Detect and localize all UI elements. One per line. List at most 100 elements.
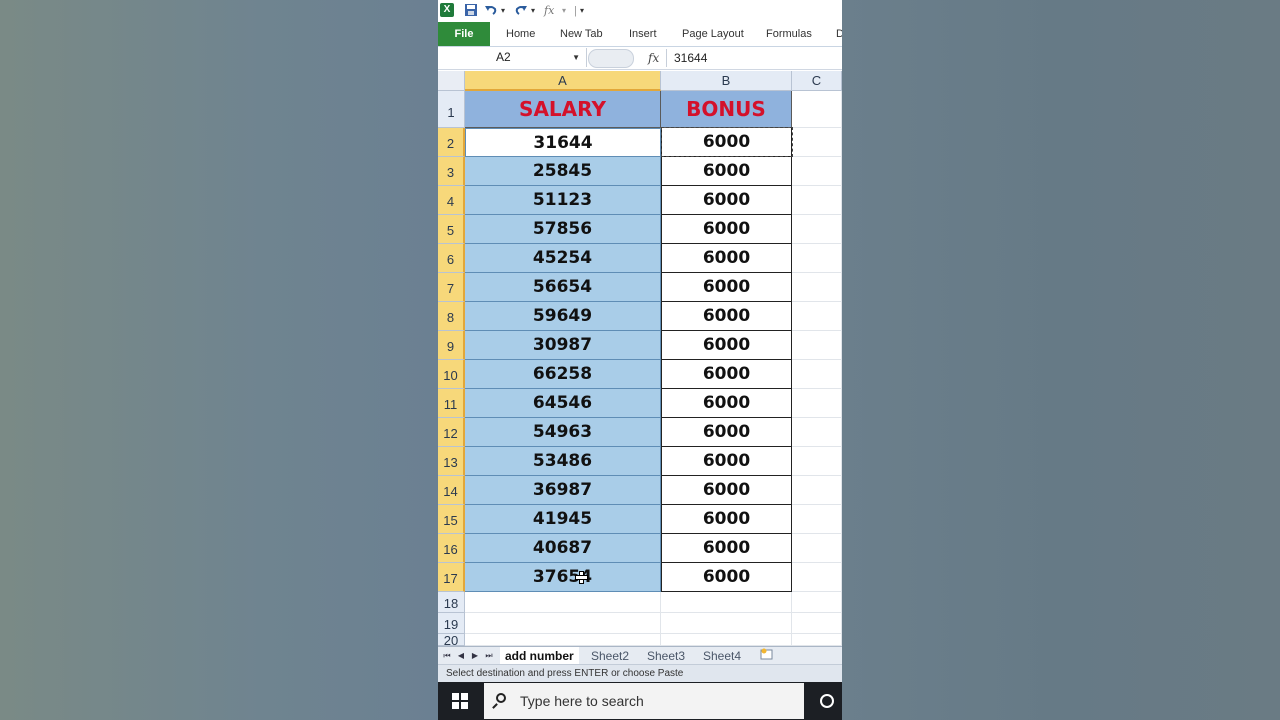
bonus-cell[interactable]: 6000 [661, 418, 792, 447]
bonus-cell[interactable]: 6000 [661, 215, 792, 244]
empty-cell[interactable] [792, 215, 842, 244]
row-header[interactable]: 1 [438, 91, 465, 128]
empty-cell[interactable] [792, 592, 842, 613]
empty-cell[interactable] [792, 389, 842, 418]
empty-cell[interactable] [792, 186, 842, 215]
sheet-tab-sheet4[interactable]: Sheet4 [703, 647, 741, 665]
salary-cell[interactable]: 40687 [465, 534, 661, 563]
row-header[interactable]: 17 [438, 563, 465, 592]
windows-start-icon[interactable] [452, 693, 468, 709]
prev-sheet-icon[interactable]: ◀ [456, 649, 466, 663]
sheet-tab-sheet2[interactable]: Sheet2 [591, 647, 629, 665]
row-header[interactable]: 15 [438, 505, 465, 534]
column-header-b[interactable]: B [661, 71, 792, 91]
customize-toolbar-icon[interactable]: ▾ [580, 3, 584, 19]
empty-cell[interactable] [465, 634, 661, 646]
empty-cell[interactable] [792, 418, 842, 447]
empty-cell[interactable] [792, 157, 842, 186]
row-header[interactable]: 8 [438, 302, 465, 331]
row-header[interactable]: 4 [438, 186, 465, 215]
sheet-tab-add-number[interactable]: add number [500, 647, 579, 665]
insert-function-icon[interactable]: fx [544, 3, 554, 19]
empty-cell[interactable] [792, 613, 842, 634]
empty-cell[interactable] [792, 244, 842, 273]
bonus-cell[interactable]: 6000 [661, 476, 792, 505]
empty-cell[interactable] [792, 302, 842, 331]
salary-cell[interactable]: 57856 [465, 215, 661, 244]
save-icon[interactable] [464, 3, 478, 19]
redo-icon[interactable] [514, 3, 528, 19]
salary-cell[interactable]: 25845 [465, 157, 661, 186]
salary-cell[interactable]: 51123 [465, 186, 661, 215]
row-header[interactable]: 10 [438, 360, 465, 389]
worksheet-grid[interactable]: A B C 1 2 3 4 5 6 7 8 9 10 11 12 13 14 15 16 17 18 19 20 SALARY… [438, 71, 842, 648]
function-dropdown-icon[interactable]: ▾ [562, 3, 566, 19]
tab-file[interactable]: File [438, 22, 490, 46]
empty-cell[interactable] [465, 613, 661, 634]
empty-cell[interactable] [792, 447, 842, 476]
row-header[interactable]: 2 [438, 128, 465, 157]
row-header[interactable]: 12 [438, 418, 465, 447]
row-header[interactable]: 16 [438, 534, 465, 563]
salary-cell[interactable]: 45254 [465, 244, 661, 273]
row-header[interactable]: 9 [438, 331, 465, 360]
first-sheet-icon[interactable]: ⏮ [442, 649, 452, 663]
salary-cell[interactable]: 30987 [465, 331, 661, 360]
salary-cell[interactable]: 31644 [465, 128, 661, 157]
row-header[interactable]: 6 [438, 244, 465, 273]
empty-cell[interactable] [661, 613, 792, 634]
bonus-cell[interactable]: 6000 [661, 447, 792, 476]
redo-dropdown-icon[interactable]: ▾ [531, 3, 535, 19]
row-header[interactable]: 19 [438, 613, 465, 634]
fx-icon[interactable]: fx [648, 47, 664, 69]
empty-cell[interactable] [792, 476, 842, 505]
bonus-cell[interactable]: 6000 [661, 331, 792, 360]
row-header[interactable]: 18 [438, 592, 465, 613]
empty-cell[interactable] [465, 592, 661, 613]
empty-cell[interactable] [792, 563, 842, 592]
taskbar-search-box[interactable]: Type here to search [484, 683, 804, 719]
empty-cell[interactable] [661, 634, 792, 646]
row-header[interactable]: 14 [438, 476, 465, 505]
bonus-cell[interactable]: 6000 [661, 505, 792, 534]
bonus-cell[interactable]: 6000 [661, 244, 792, 273]
excel-icon[interactable]: X [440, 3, 454, 17]
name-box-dropdown-icon[interactable]: ▼ [572, 48, 580, 67]
sheet-tab-sheet3[interactable]: Sheet3 [647, 647, 685, 665]
salary-cell[interactable]: 41945 [465, 505, 661, 534]
tab-home[interactable]: Home [506, 22, 535, 46]
bonus-cell[interactable]: 6000 [661, 534, 792, 563]
empty-cell[interactable] [792, 273, 842, 302]
empty-cell[interactable] [792, 360, 842, 389]
tab-data[interactable]: D [836, 22, 842, 46]
bonus-header-cell[interactable]: BONUS [661, 91, 792, 128]
empty-cell[interactable] [792, 91, 842, 128]
bonus-cell[interactable]: 6000 [661, 273, 792, 302]
salary-cell[interactable]: 54963 [465, 418, 661, 447]
salary-cell[interactable]: 53486 [465, 447, 661, 476]
salary-cell[interactable]: 37654 [465, 563, 661, 592]
undo-dropdown-icon[interactable]: ▾ [501, 3, 505, 19]
row-header[interactable]: 20 [438, 634, 465, 648]
salary-cell[interactable]: 36987 [465, 476, 661, 505]
salary-header-cell[interactable]: SALARY [465, 91, 661, 128]
salary-cell[interactable]: 66258 [465, 360, 661, 389]
empty-cell[interactable] [661, 592, 792, 613]
formula-buttons[interactable] [588, 49, 634, 68]
row-header[interactable]: 7 [438, 273, 465, 302]
bonus-cell[interactable]: 6000 [661, 360, 792, 389]
bonus-cell[interactable]: 6000 [661, 186, 792, 215]
empty-cell[interactable] [792, 331, 842, 360]
salary-cell[interactable]: 59649 [465, 302, 661, 331]
formula-input[interactable]: 31644 [674, 47, 707, 69]
last-sheet-icon[interactable]: ⏭ [484, 649, 494, 663]
column-header-c[interactable]: C [792, 71, 842, 91]
row-header[interactable]: 13 [438, 447, 465, 476]
next-sheet-icon[interactable]: ▶ [470, 649, 480, 663]
name-box[interactable]: A2 ▼ [438, 48, 587, 67]
row-header[interactable]: 11 [438, 389, 465, 418]
tab-new-tab[interactable]: New Tab [560, 22, 603, 46]
tab-insert[interactable]: Insert [629, 22, 657, 46]
cortana-icon[interactable] [820, 694, 834, 708]
empty-cell[interactable] [792, 128, 842, 157]
